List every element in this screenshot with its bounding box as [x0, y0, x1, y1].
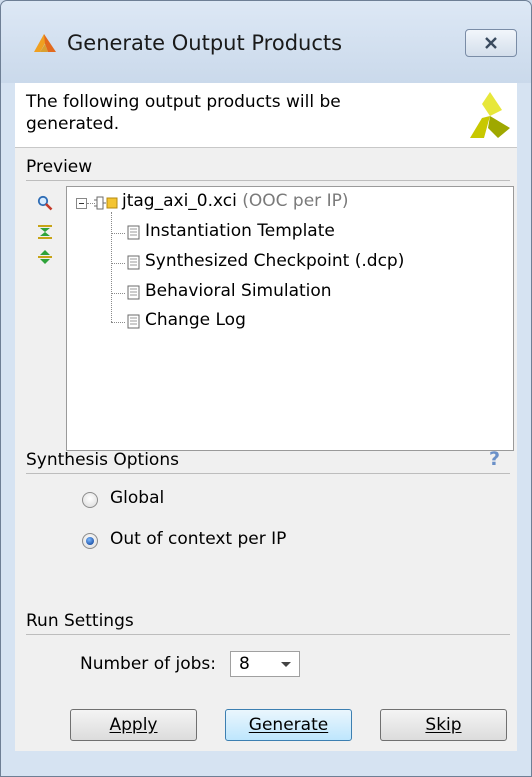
chevron-down-icon[interactable] [281, 662, 291, 667]
preview-tree[interactable]: jtag_axi_0.xci (OOC per IP) Instantiatio… [66, 186, 514, 451]
jobs-select[interactable]: 8 [230, 651, 300, 677]
preview-divider [26, 180, 510, 181]
generate-button-label: Generate [248, 715, 329, 735]
radio-button-selected[interactable] [82, 533, 98, 549]
radio-label-global[interactable]: Global [110, 488, 164, 508]
window-title: Generate Output Products [67, 31, 343, 55]
tree-item[interactable]: Instantiation Template [145, 221, 335, 241]
header-panel: The following output products will be ge… [15, 83, 517, 148]
dialog-window: Generate Output Products The following o… [0, 0, 532, 777]
vivado-app-icon [32, 30, 58, 56]
tree-root-label: jtag_axi_0.xci [122, 191, 237, 211]
tree-item[interactable]: Synthesized Checkpoint (.dcp) [145, 251, 404, 271]
synthesis-section-label: Synthesis Options [26, 450, 179, 470]
xilinx-logo-icon [468, 88, 512, 147]
close-icon [485, 37, 497, 49]
jobs-value: 8 [239, 654, 250, 674]
title-bar[interactable]: Generate Output Products [1, 1, 531, 83]
tree-root-item[interactable]: jtag_axi_0.xci (OOC per IP) [122, 191, 348, 211]
skip-button[interactable]: Skip [380, 709, 507, 741]
file-icon [127, 285, 140, 300]
tree-item[interactable]: Behavioral Simulation [145, 281, 332, 301]
collapse-all-icon[interactable] [37, 249, 53, 265]
jobs-label: Number of jobs: [80, 654, 216, 674]
header-message: The following output products will be ge… [26, 92, 341, 134]
radio-label-out-of-context[interactable]: Out of context per IP [110, 529, 286, 549]
close-button[interactable] [465, 29, 517, 57]
preview-section-label: Preview [26, 157, 93, 177]
help-icon[interactable]: ? [489, 448, 500, 470]
tree-root-detail: (OOC per IP) [242, 191, 349, 211]
generate-button[interactable]: Generate [225, 709, 352, 741]
file-icon [127, 255, 140, 270]
file-icon [127, 314, 140, 329]
file-icon [127, 225, 140, 240]
run-settings-divider [26, 634, 510, 635]
tree-item[interactable]: Change Log [145, 310, 246, 330]
search-icon[interactable] [37, 195, 53, 211]
ip-core-icon [94, 195, 118, 216]
skip-button-label: Skip [425, 715, 462, 735]
dialog-content: The following output products will be ge… [15, 83, 517, 751]
collapse-toggle-icon[interactable] [76, 198, 87, 209]
radio-button[interactable] [82, 492, 98, 508]
apply-button[interactable]: Apply [70, 709, 197, 741]
expand-all-icon[interactable] [37, 224, 53, 240]
synthesis-divider [26, 473, 510, 474]
apply-button-label: Apply [109, 715, 158, 735]
run-settings-section-label: Run Settings [26, 611, 134, 631]
